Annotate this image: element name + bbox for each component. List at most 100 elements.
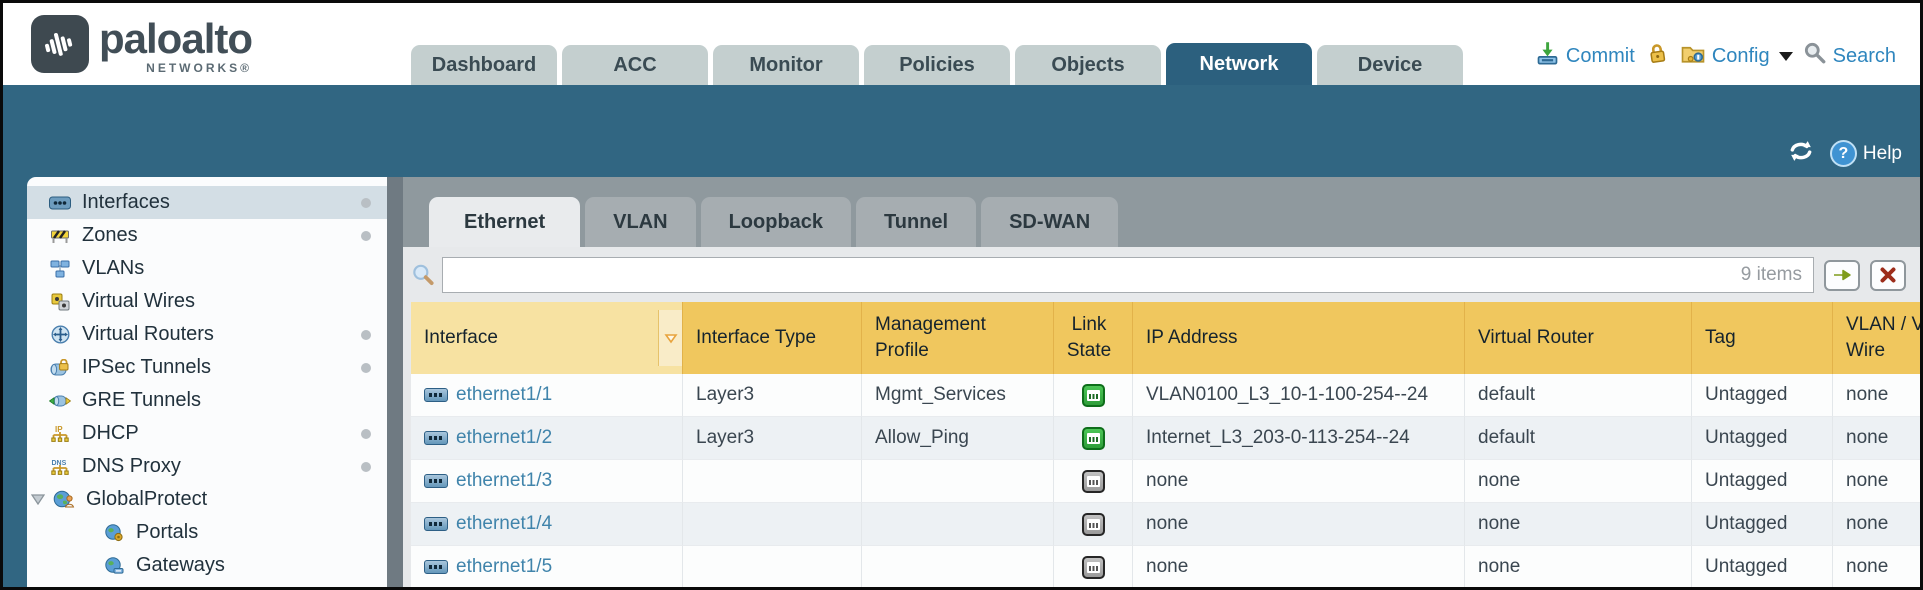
sidebar-item-virtual-routers[interactable]: Virtual Routers [27,318,387,351]
dns-proxy-icon: DNS [47,457,73,477]
table-row[interactable]: ethernet1/1 Layer3 Mgmt_Services VLAN010… [411,374,1920,417]
sidebar-item-gateways[interactable]: Gateways [27,549,387,582]
vlan-cell: none [1833,546,1920,587]
link-state-up-icon [1082,427,1105,450]
column-header-interface[interactable]: Interface [411,302,683,374]
sidebar-item-label: Interfaces [82,191,170,214]
link-state-up-icon [1082,384,1105,407]
column-label: Wire [1846,338,1920,364]
sidebar-item-label: Virtual Wires [82,290,195,313]
tab-monitor[interactable]: Monitor [713,45,859,85]
type-cell [683,546,862,587]
tab-acc[interactable]: ACC [562,45,708,85]
sidebar-item-label: Gateways [136,554,225,577]
interface-cell: ethernet1/1 [411,374,683,417]
ethernet-interface-icon [424,388,448,402]
subtab-loopback[interactable]: Loopback [701,197,851,247]
ip-cell: none [1133,503,1465,546]
search-button[interactable]: Search [1802,40,1896,72]
tab-device[interactable]: Device [1317,45,1463,85]
gre-tunnels-icon [47,394,73,408]
commit-button[interactable]: Commit [1534,40,1635,73]
table-row[interactable]: ethernet1/2 Layer3 Allow_Ping Internet_L… [411,417,1920,460]
column-header-interface-type[interactable]: Interface Type [683,302,862,374]
interface-link[interactable]: ethernet1/2 [456,427,552,449]
column-header-management-profile[interactable]: Management Profile [862,302,1054,374]
sidebar-item-portals[interactable]: Portals [27,516,387,549]
ethernet-panel: 9 items [403,247,1920,587]
type-cell: Layer3 [683,374,862,417]
chevron-down-icon [1779,52,1793,61]
sidebar-item-label: DHCP [82,422,139,445]
apply-filter-button[interactable] [1824,260,1860,291]
filter-search-icon [409,262,437,288]
column-label: Management [875,312,1045,338]
vr-cell: default [1465,417,1692,460]
tab-objects[interactable]: Objects [1015,45,1161,85]
sidebar-item-label: IPSec Tunnels [82,356,211,379]
clear-filter-button[interactable] [1870,260,1906,291]
column-label: VLAN / Virtual [1846,312,1920,338]
subtab-tunnel[interactable]: Tunnel [856,197,976,247]
sidebar-item-dns-proxy[interactable]: DNS DNS Proxy [27,450,387,483]
subtab-vlan[interactable]: VLAN [585,197,695,247]
brand-name: paloalto [99,15,252,63]
sidebar-item-virtual-wires[interactable]: Virtual Wires [27,285,387,318]
ip-cell: none [1133,460,1465,503]
interface-link[interactable]: ethernet1/4 [456,513,552,535]
network-sidebar: Interfaces Zones [27,177,387,587]
column-label: State [1067,338,1111,364]
commit-label: Commit [1566,45,1635,68]
table-row[interactable]: ethernet1/4 none none Untagged none [411,503,1920,546]
sidebar-item-dhcp[interactable]: IP DHCP [27,417,387,450]
header-utilities: Commit [1534,39,1896,73]
lock-button[interactable] [1644,40,1670,72]
sidebar-item-label: GRE Tunnels [82,389,201,412]
ethernet-interface-icon [424,517,448,531]
sidebar-item-globalprotect[interactable]: GlobalProtect [27,483,387,516]
refresh-icon[interactable] [1786,138,1816,169]
column-label: Virtual Router [1478,325,1683,351]
portals-icon [101,524,127,542]
column-label: Interface [424,325,658,351]
virtual-wires-icon [47,293,73,311]
sidebar-item-label: Virtual Routers [82,323,214,346]
column-header-ip-address[interactable]: IP Address [1133,302,1465,374]
subtab-sdwan[interactable]: SD-WAN [981,197,1118,247]
sidebar-item-gre-tunnels[interactable]: GRE Tunnels [27,384,387,417]
sidebar-item-vlans[interactable]: VLANs [27,252,387,285]
sidebar-item-ipsec-tunnels[interactable]: IPSec Tunnels [27,351,387,384]
main-nav-tabs: Dashboard ACC Monitor Policies Objects N… [411,43,1463,85]
help-label[interactable]: Help [1863,143,1902,165]
column-menu-dropdown[interactable] [658,310,682,366]
filter-input[interactable] [442,257,1814,293]
interface-link[interactable]: ethernet1/3 [456,470,552,492]
table-row[interactable]: ethernet1/5 none none Untagged none [411,546,1920,587]
table-row[interactable]: ethernet1/3 none none Untagged none [411,460,1920,503]
profile-cell [862,546,1054,587]
type-cell: Layer3 [683,417,862,460]
subtab-ethernet[interactable]: Ethernet [429,197,580,247]
tag-cell: Untagged [1692,374,1833,417]
interface-link[interactable]: ethernet1/1 [456,384,552,406]
column-header-vlan-virtual-wire[interactable]: VLAN / Virtual Wire [1833,302,1920,374]
sidebar-item-zones[interactable]: Zones [27,219,387,252]
gateways-icon [101,557,127,575]
column-header-tag[interactable]: Tag [1692,302,1833,374]
column-header-virtual-router[interactable]: Virtual Router [1465,302,1692,374]
expander-triangle-icon[interactable] [31,494,51,505]
tab-network[interactable]: Network [1166,43,1312,85]
link-state-unknown-icon [1082,470,1105,493]
link-state-cell [1054,417,1133,460]
virtual-routers-icon [47,325,73,344]
column-label: Interface Type [696,325,853,351]
help-icon[interactable]: ? [1830,140,1857,167]
sidebar-scrollbar[interactable] [387,177,403,587]
tab-dashboard[interactable]: Dashboard [411,45,557,85]
tab-policies[interactable]: Policies [864,45,1010,85]
commit-icon [1534,40,1561,73]
sidebar-item-interfaces[interactable]: Interfaces [27,186,387,219]
column-header-link-state[interactable]: Link State [1054,302,1133,374]
interface-link[interactable]: ethernet1/5 [456,556,552,578]
config-dropdown[interactable]: Config [1679,39,1793,73]
